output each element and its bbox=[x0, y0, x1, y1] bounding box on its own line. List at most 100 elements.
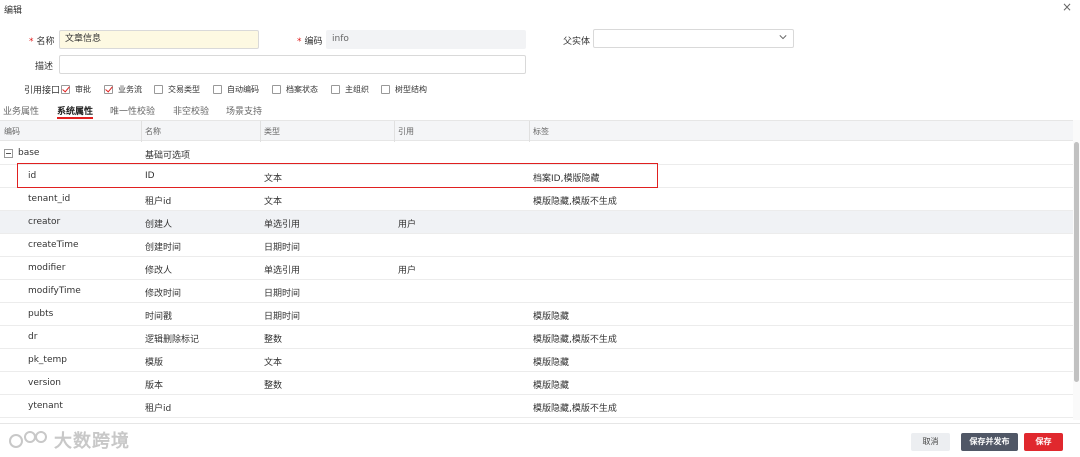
chevron-down-icon bbox=[779, 35, 787, 40]
checkbox-archive-status[interactable]: 档案状态 bbox=[272, 83, 318, 95]
group-code: base bbox=[18, 148, 40, 158]
tab-not-null-check[interactable]: 非空校验 bbox=[173, 104, 209, 117]
cell-name: 逻辑删除标记 bbox=[145, 335, 200, 345]
cell-ref: 用户 bbox=[398, 220, 417, 230]
tab-scenario-support[interactable]: 场景支持 bbox=[226, 104, 262, 117]
parent-entity-select[interactable] bbox=[593, 29, 794, 48]
table-row[interactable]: creator 创建人 单选引用 用户 bbox=[0, 211, 1073, 234]
cell-code: version bbox=[28, 378, 61, 388]
table-row[interactable]: createTime 创建时间 日期时间 bbox=[0, 234, 1073, 257]
cell-tags: 模版隐藏,模版不生成 bbox=[533, 335, 617, 345]
collapse-icon[interactable] bbox=[4, 149, 13, 158]
checkbox-approval[interactable]: 审批 bbox=[61, 83, 91, 95]
cell-code: pubts bbox=[28, 309, 54, 319]
dialog-footer: 大数跨境 取消 保存并发布 保存 bbox=[0, 423, 1080, 457]
table-scrollbar[interactable] bbox=[1073, 120, 1080, 420]
cell-type: 整数 bbox=[264, 381, 283, 391]
cell-type: 文本 bbox=[264, 197, 283, 207]
cell-name: 租户id bbox=[145, 197, 172, 207]
cell-type: 日期时间 bbox=[264, 243, 301, 253]
save-button[interactable]: 保存 bbox=[1024, 433, 1063, 451]
checkbox-icon bbox=[154, 84, 163, 94]
cell-code: createTime bbox=[28, 240, 79, 250]
tab-unique-check[interactable]: 唯一性校验 bbox=[110, 104, 155, 117]
cell-type: 单选引用 bbox=[264, 220, 301, 230]
cell-tags: 模版隐藏 bbox=[533, 358, 570, 368]
column-header-name[interactable]: 名称 bbox=[145, 126, 161, 137]
code-input[interactable]: info bbox=[326, 30, 526, 49]
checkbox-business-flow[interactable]: 业务流 bbox=[104, 83, 142, 95]
table-row[interactable]: modifyTime 修改时间 日期时间 bbox=[0, 280, 1073, 303]
group-name: 基础可选项 bbox=[145, 151, 191, 161]
close-icon[interactable]: × bbox=[1062, 0, 1072, 14]
checkbox-icon bbox=[381, 84, 390, 94]
description-label: 描述 bbox=[35, 62, 54, 72]
interfaces-label: 引用接口 bbox=[24, 86, 61, 96]
save-and-publish-button[interactable]: 保存并发布 bbox=[961, 433, 1018, 451]
cell-code: tenant_id bbox=[28, 194, 71, 204]
description-input[interactable] bbox=[59, 55, 526, 74]
highlight-box bbox=[17, 163, 658, 188]
cell-code: modifyTime bbox=[28, 286, 81, 296]
column-header-code[interactable]: 编码 bbox=[4, 126, 20, 137]
cell-tags: 模版隐藏,模版不生成 bbox=[533, 197, 617, 207]
scrollbar-thumb[interactable] bbox=[1074, 142, 1079, 382]
cell-name: 创建人 bbox=[145, 220, 173, 230]
table-row[interactable]: modifier 修改人 单选引用 用户 bbox=[0, 257, 1073, 280]
table-row[interactable]: tenant_id 租户id 文本 模版隐藏,模版不生成 bbox=[0, 188, 1073, 211]
cell-name: 修改时间 bbox=[145, 289, 182, 299]
tab-business-attributes[interactable]: 业务属性 bbox=[3, 104, 39, 117]
column-header-reference[interactable]: 引用 bbox=[398, 126, 414, 137]
checkbox-transaction-type[interactable]: 交易类型 bbox=[154, 83, 200, 95]
active-tab-indicator bbox=[57, 117, 93, 119]
table-row[interactable]: pk_temp 模版 文本 模版隐藏 bbox=[0, 349, 1073, 372]
edit-dialog: 编辑 × * 名称 文章信息 * 编码 info 父实体 描述 引用接口 审批 业务… bbox=[0, 0, 1080, 457]
cell-name: 模版 bbox=[145, 358, 164, 368]
cell-code: ytenant bbox=[28, 401, 63, 411]
cell-code: dr bbox=[28, 332, 38, 342]
table-row[interactable]: dr 逻辑删除标记 整数 模版隐藏,模版不生成 bbox=[0, 326, 1073, 349]
dialog-titlebar: 编辑 × bbox=[0, 0, 1080, 18]
table-row[interactable]: ytenant 租户id 模版隐藏,模版不生成 bbox=[0, 395, 1073, 418]
checkbox-icon bbox=[61, 84, 70, 94]
cell-type: 单选引用 bbox=[264, 266, 301, 276]
cell-tags: 模版隐藏,模版不生成 bbox=[533, 404, 617, 414]
checkbox-icon bbox=[331, 84, 340, 94]
cell-name: 创建时间 bbox=[145, 243, 182, 253]
code-label: * 编码 bbox=[297, 37, 323, 47]
table-row[interactable]: version 版本 整数 模版隐藏 bbox=[0, 372, 1073, 395]
cancel-button[interactable]: 取消 bbox=[911, 433, 950, 451]
cell-type: 文本 bbox=[264, 358, 283, 368]
tab-system-attributes[interactable]: 系统属性 bbox=[57, 104, 93, 117]
cell-tags: 模版隐藏 bbox=[533, 381, 570, 391]
checkbox-tree-structure[interactable]: 树型结构 bbox=[381, 83, 427, 95]
cell-tags: 模版隐藏 bbox=[533, 312, 570, 322]
table-row[interactable]: pubts 时间戳 日期时间 模版隐藏 bbox=[0, 303, 1073, 326]
cell-name: 时间戳 bbox=[145, 312, 173, 322]
table-group-row[interactable]: base 基础可选项 bbox=[0, 142, 1073, 165]
column-header-type[interactable]: 类型 bbox=[264, 126, 280, 137]
name-input[interactable]: 文章信息 bbox=[59, 30, 259, 49]
cell-ref: 用户 bbox=[398, 266, 417, 276]
cell-type: 日期时间 bbox=[264, 289, 301, 299]
tab-bar: 业务属性 系统属性 唯一性校验 非空校验 场景支持 bbox=[0, 102, 1080, 119]
cell-code: modifier bbox=[28, 263, 66, 273]
cell-name: 修改人 bbox=[145, 266, 173, 276]
dialog-title: 编辑 bbox=[4, 6, 23, 16]
cell-type: 日期时间 bbox=[264, 312, 301, 322]
name-label: * 名称 bbox=[29, 37, 55, 47]
checkbox-icon bbox=[272, 84, 281, 94]
checkbox-auto-code[interactable]: 自动编码 bbox=[213, 83, 259, 95]
parent-entity-label: 父实体 bbox=[563, 37, 591, 47]
cell-name: 租户id bbox=[145, 404, 172, 414]
checkbox-icon bbox=[213, 84, 222, 94]
watermark-logo-icon bbox=[9, 431, 47, 448]
watermark: 大数跨境 bbox=[8, 427, 130, 453]
checkbox-main-org[interactable]: 主组织 bbox=[331, 83, 369, 95]
column-header-tags[interactable]: 标签 bbox=[533, 126, 549, 137]
cell-name: 版本 bbox=[145, 381, 164, 391]
cell-type: 整数 bbox=[264, 335, 283, 345]
cell-code: creator bbox=[28, 217, 61, 227]
cell-code: pk_temp bbox=[28, 355, 67, 365]
watermark-text: 大数跨境 bbox=[54, 431, 130, 452]
